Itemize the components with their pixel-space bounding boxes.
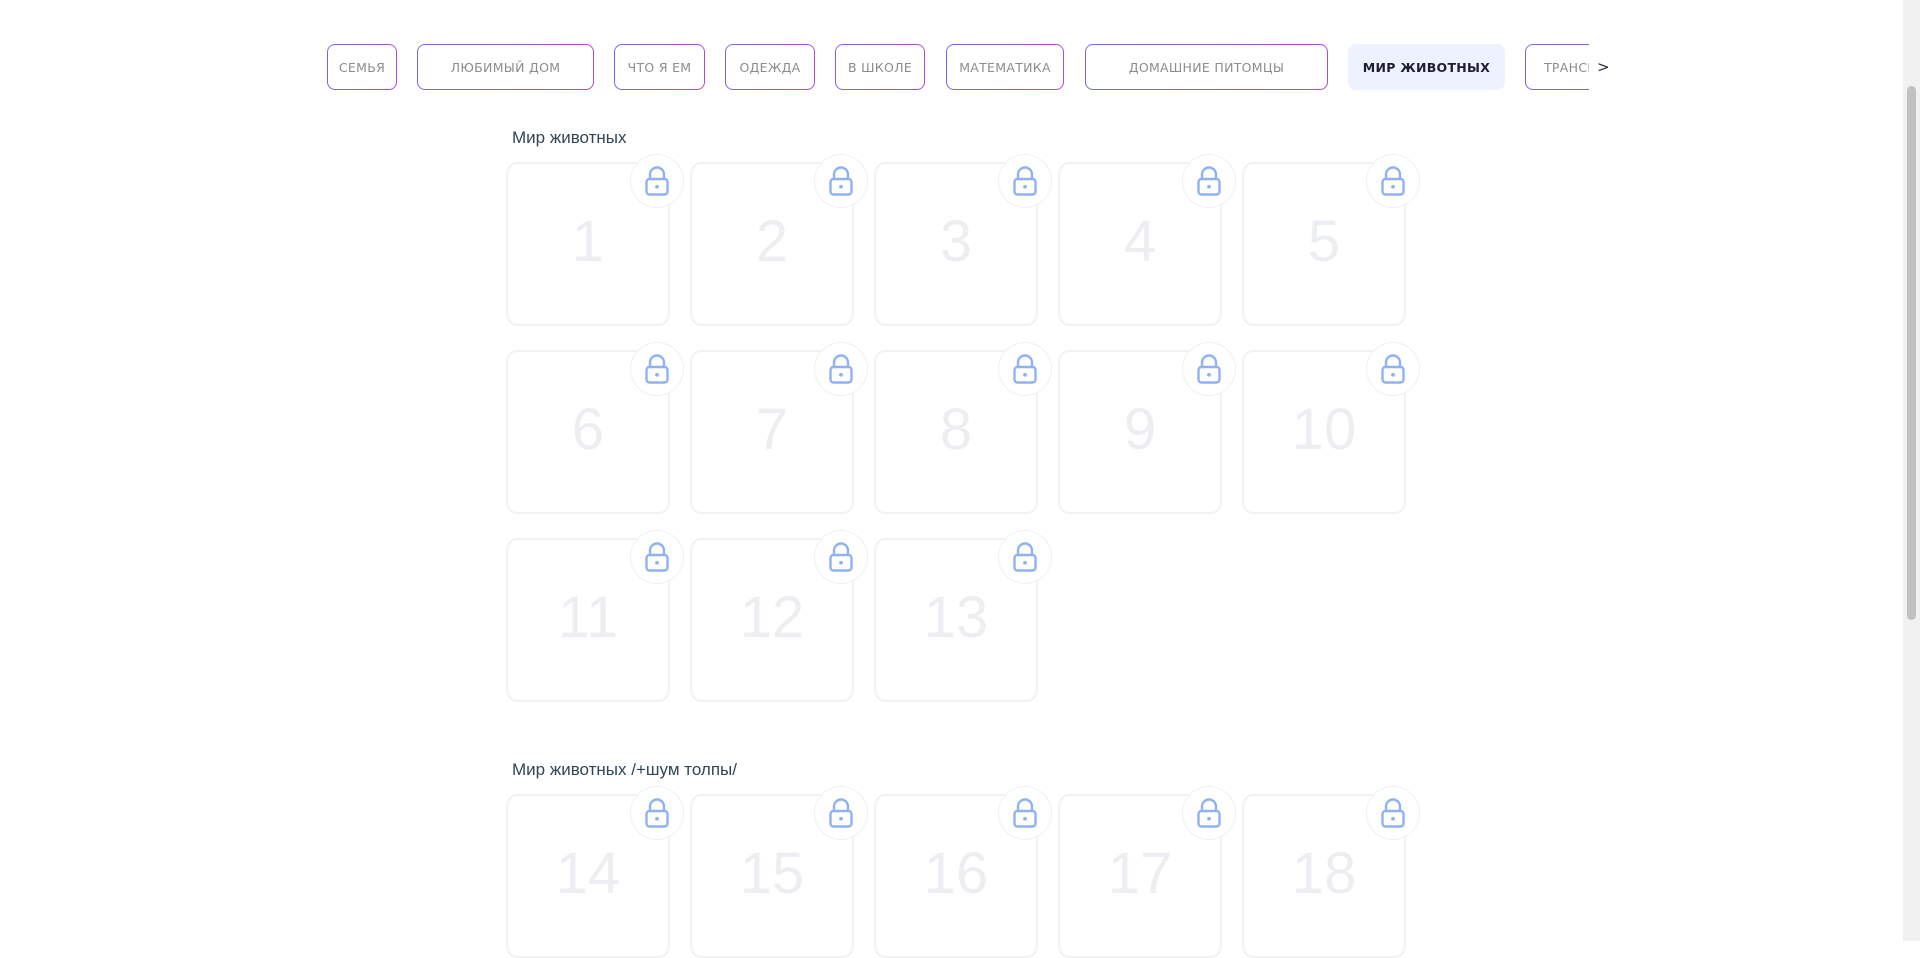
lock-icon: [998, 786, 1052, 840]
lock-icon: [1182, 154, 1236, 208]
tab-pets[interactable]: ДОМАШНИЕ ПИТОМЦЫ: [1085, 44, 1328, 90]
lock-icon: [630, 786, 684, 840]
lock-icon: [814, 342, 868, 396]
lock-icon: [630, 342, 684, 396]
tab-food[interactable]: ЧТО Я ЕМ: [614, 44, 705, 90]
tab-transport[interactable]: ТРАНСПОРТ: [1525, 44, 1589, 90]
scrollbar[interactable]: [1903, 0, 1920, 941]
lesson-number: 1: [571, 209, 605, 274]
lesson-number: 9: [1123, 397, 1157, 462]
lock-icon: [814, 530, 868, 584]
lock-icon: [814, 154, 868, 208]
tab-animal-world[interactable]: МИР ЖИВОТНЫХ: [1348, 44, 1505, 90]
tab-school[interactable]: В ШКОЛЕ: [835, 44, 925, 90]
lesson-number: 18: [1291, 841, 1357, 906]
chevron-right-icon[interactable]: >: [1597, 58, 1610, 76]
lesson-number: 6: [571, 397, 605, 462]
lock-icon: [1366, 342, 1420, 396]
lesson-number: 7: [755, 397, 789, 462]
lesson-number: 5: [1307, 209, 1341, 274]
lesson-number: 4: [1123, 209, 1157, 274]
lesson-number: 16: [923, 841, 989, 906]
lock-icon: [630, 530, 684, 584]
lesson-number: 13: [923, 585, 989, 650]
lock-icon: [630, 154, 684, 208]
lesson-number: 14: [555, 841, 621, 906]
tab-family[interactable]: СЕМЬЯ: [327, 44, 397, 90]
lock-icon: [998, 342, 1052, 396]
lesson-number: 15: [739, 841, 805, 906]
section-title-animals: Мир животных: [512, 128, 627, 147]
lock-icon: [1366, 154, 1420, 208]
section-title-animals-crowd: Мир животных /+шум толпы/: [512, 760, 737, 779]
lesson-number: 2: [755, 209, 789, 274]
tab-clothes[interactable]: ОДЕЖДА: [725, 44, 815, 90]
lock-icon: [1182, 342, 1236, 396]
lesson-number: 3: [939, 209, 973, 274]
tab-home[interactable]: ЛЮБИМЫЙ ДОМ: [417, 44, 594, 90]
lock-icon: [1182, 786, 1236, 840]
lock-icon: [1366, 786, 1420, 840]
scrollbar-thumb[interactable]: [1907, 86, 1916, 620]
tab-math[interactable]: МАТЕМАТИКА: [946, 44, 1064, 90]
lock-icon: [998, 154, 1052, 208]
tabs-strip: СЕМЬЯ ЛЮБИМЫЙ ДОМ ЧТО Я ЕМ ОДЕЖДА В ШКОЛ…: [327, 44, 1589, 94]
lesson-number: 8: [939, 397, 973, 462]
lesson-number: 11: [557, 585, 619, 650]
lesson-number: 17: [1107, 841, 1173, 906]
lesson-number: 12: [739, 585, 805, 650]
lesson-number: 10: [1291, 397, 1357, 462]
lock-icon: [998, 530, 1052, 584]
lock-icon: [814, 786, 868, 840]
